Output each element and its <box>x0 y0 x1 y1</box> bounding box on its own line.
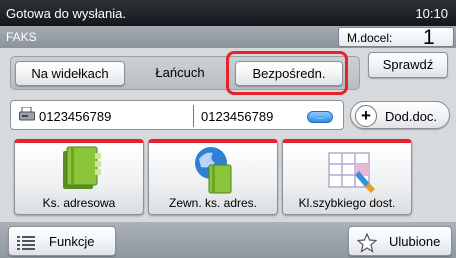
plus-icon: + <box>355 105 377 127</box>
external-address-book-button[interactable]: Zewn. ks. adres. <box>148 139 278 215</box>
destination-field[interactable]: 0123456789 0123456789 … <box>10 100 344 130</box>
highlight-frame <box>226 51 348 95</box>
status-message: Gotowa do wysłania. <box>6 6 126 21</box>
screen-title: FAKS <box>6 30 37 44</box>
external-address-book-icon <box>195 147 232 194</box>
functions-label: Funkcje <box>49 234 95 249</box>
add-destination-button[interactable]: + Dod.doc. <box>350 101 450 129</box>
address-book-icon <box>63 146 101 189</box>
more-destinations-button[interactable]: … <box>307 111 333 123</box>
speed-dial-icon <box>328 152 375 193</box>
functions-button[interactable]: Funkcje <box>8 226 116 256</box>
tab-chain[interactable]: Łańcuch <box>129 61 231 86</box>
originals-label: M.docel: <box>347 31 393 45</box>
fax-machine-icon <box>19 106 35 124</box>
originals-counter: M.docel: 1 <box>338 26 454 49</box>
status-bar: Gotowa do wysłania. 10:10 <box>0 0 456 26</box>
address-book-button[interactable]: Ks. adresowa <box>14 139 144 215</box>
favorites-button[interactable]: Ulubione <box>348 226 452 256</box>
star-icon <box>356 232 378 256</box>
speed-dial-label: Kl.szybkiego dost. <box>298 196 396 210</box>
destination-number-1: 0123456789 <box>39 109 112 124</box>
speed-dial-button[interactable]: Kl.szybkiego dost. <box>282 139 412 215</box>
originals-count: 1 <box>423 26 435 49</box>
fax-screen: Gotowa do wysłania. 10:10 FAKS M.docel: … <box>0 0 456 258</box>
add-destination-label: Dod.doc. <box>385 109 438 124</box>
tab-on-hook[interactable]: Na widełkach <box>15 61 125 86</box>
check-button[interactable]: Sprawdź <box>368 52 448 78</box>
external-address-book-label: Zewn. ks. adres. <box>168 196 258 210</box>
destination-number-2: 0123456789 <box>201 109 274 124</box>
destination-divider <box>193 105 194 127</box>
address-book-label: Ks. adresowa <box>42 196 116 210</box>
favorites-label: Ulubione <box>389 234 441 249</box>
screen-header: FAKS M.docel: 1 <box>0 26 456 49</box>
menu-list-icon <box>17 235 35 254</box>
status-time: 10:10 <box>415 6 448 21</box>
